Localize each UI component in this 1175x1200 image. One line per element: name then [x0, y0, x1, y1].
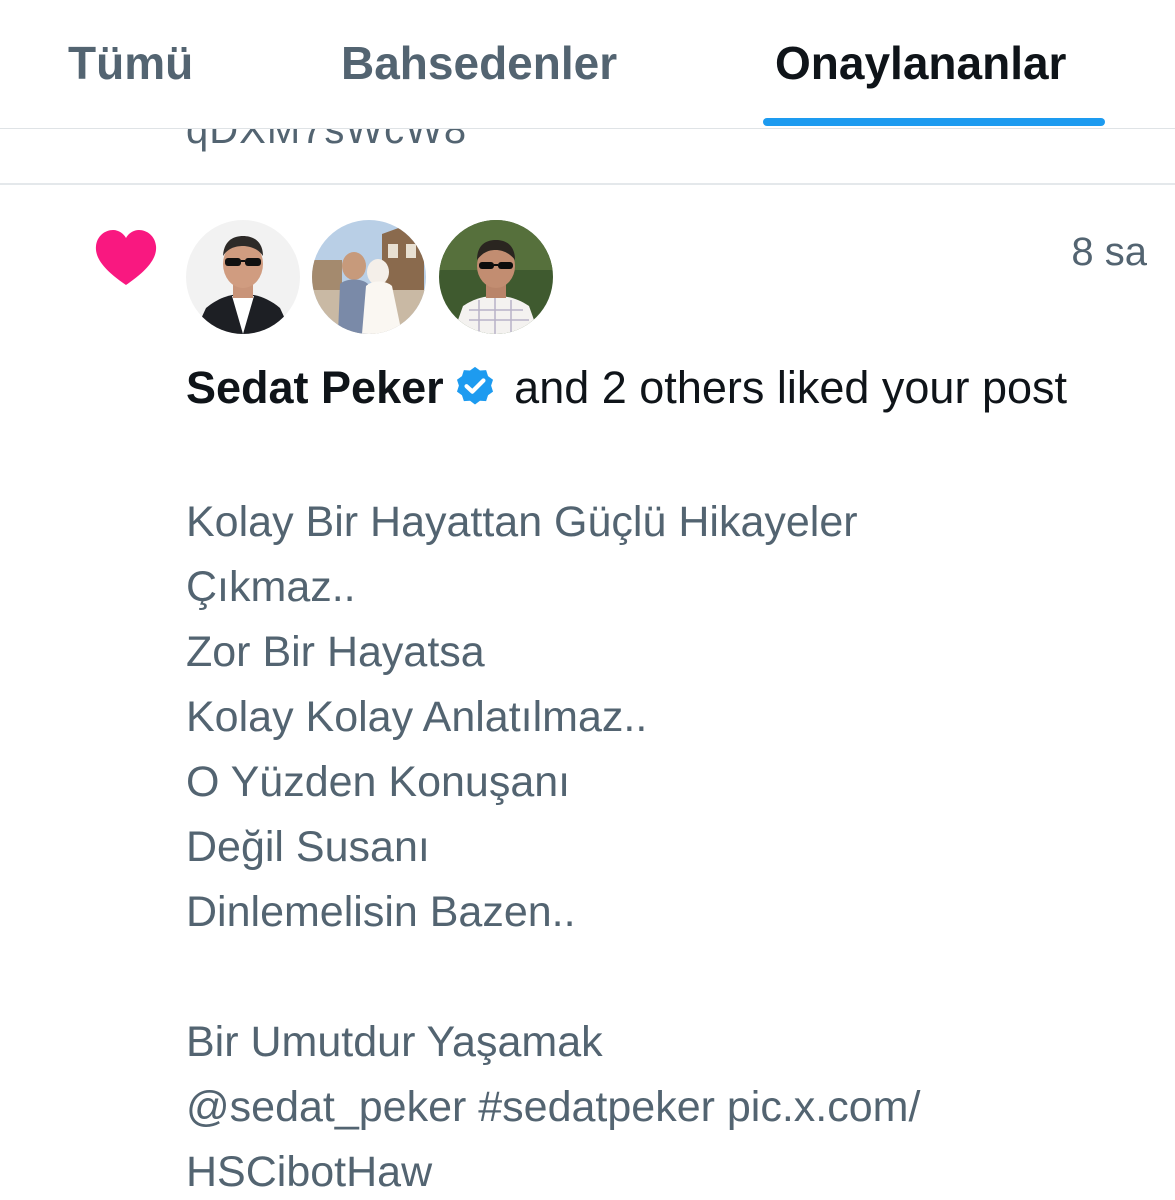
heart-icon: [95, 230, 157, 285]
post-line: O Yüzden Konuşanı: [186, 758, 571, 806]
post-line: Değil Susanı: [186, 823, 430, 871]
post-line: Kolay Bir Hayattan Güçlü Hikayeler: [186, 498, 858, 546]
post-line: Dinlemelisin Bazen..: [186, 888, 576, 936]
divider: [0, 183, 1175, 185]
post-blank-line: [186, 945, 1146, 1010]
post-line: Bir Umutdur Yaşamak: [186, 1018, 603, 1066]
user-name[interactable]: Sedat Peker: [186, 362, 444, 413]
post-line: Zor Bir Hayatsa: [186, 628, 485, 676]
notifications-page: qDXM7sWcW8 Tümü Bahsedenler Onaylananlar: [0, 0, 1175, 1200]
avatar[interactable]: [439, 220, 553, 334]
post-line: HSCibotHaw: [186, 1148, 433, 1196]
tab-all[interactable]: Tümü: [68, 36, 193, 90]
tab-mentions[interactable]: Bahsedenler: [341, 36, 617, 90]
action-text: and 2 others liked your post: [514, 362, 1068, 413]
post-line: Kolay Kolay Anlatılmaz..: [186, 693, 648, 741]
active-tab-indicator: [763, 118, 1105, 126]
notification-headline: Sedat Peker and 2 others liked your post: [186, 356, 1086, 420]
verified-badge-icon: [456, 366, 493, 405]
post-line: Çıkmaz..: [186, 563, 356, 611]
post-preview[interactable]: Kolay Bir Hayattan Güçlü Hikayeler Çıkma…: [186, 490, 1146, 1200]
timestamp: 8 sa: [1071, 230, 1147, 274]
tab-verified[interactable]: Onaylananlar: [775, 36, 1066, 90]
post-line: @sedat_peker #sedatpeker pic.x.com/: [186, 1083, 921, 1131]
avatar[interactable]: [186, 220, 300, 334]
avatar[interactable]: [312, 220, 426, 334]
notification-tabs: Tümü Bahsedenler Onaylananlar: [0, 0, 1175, 129]
like-notification[interactable]: 8 sa Sedat Peker and 2 others liked your…: [0, 186, 1175, 1200]
